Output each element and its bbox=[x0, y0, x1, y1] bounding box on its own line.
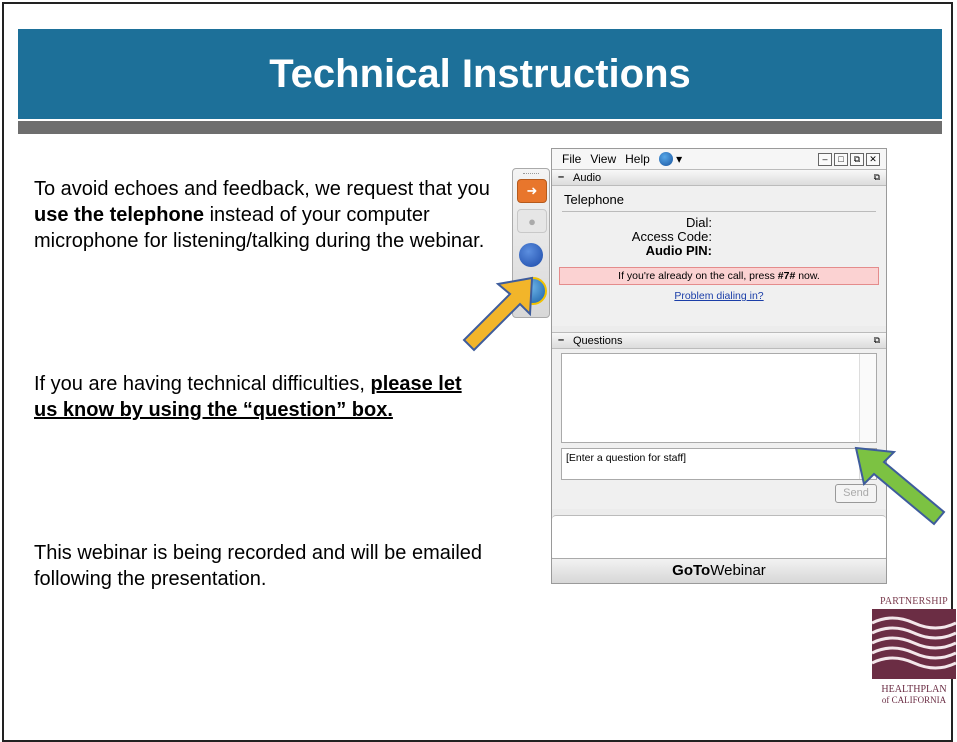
menu-view[interactable]: View bbox=[590, 152, 616, 166]
logo-mark-icon bbox=[871, 609, 957, 679]
audio-section-header[interactable]: – Audio ⧉ bbox=[552, 169, 886, 186]
gotowebinar-brand: GoToWebinar bbox=[552, 558, 886, 583]
green-arrow-icon bbox=[854, 446, 946, 526]
notice-text-b: now. bbox=[795, 270, 820, 282]
microphone-icon[interactable]: ● bbox=[517, 209, 547, 233]
slide-title: Technical Instructions bbox=[269, 51, 691, 96]
audio-pin-label: Audio PIN: bbox=[645, 243, 712, 258]
questions-section-header[interactable]: – Questions ⧉ bbox=[552, 332, 886, 349]
close-icon[interactable]: ✕ bbox=[866, 152, 880, 166]
popout-icon[interactable]: ⧉ bbox=[874, 335, 880, 346]
notice-key: #7# bbox=[777, 270, 796, 282]
maximize-icon[interactable]: □ bbox=[834, 152, 848, 166]
title-divider bbox=[18, 121, 942, 134]
yellow-arrow-icon bbox=[462, 276, 534, 352]
collapse-arrow-button[interactable]: ➜ bbox=[517, 179, 547, 203]
gotowebinar-panel: File View Help ▾ – □ ⧉ ✕ – Audio ⧉ Telep… bbox=[551, 148, 887, 584]
collapse-icon[interactable]: – bbox=[558, 172, 567, 183]
minimize-icon[interactable]: – bbox=[818, 152, 832, 166]
menu-help[interactable]: Help bbox=[625, 152, 650, 166]
para2-text-a: If you are having technical difficulties… bbox=[34, 373, 371, 395]
instruction-question-box: If you are having technical difficulties… bbox=[34, 371, 474, 423]
question-placeholder: [Enter a question for staff] bbox=[566, 452, 687, 464]
window-controls: – □ ⧉ ✕ bbox=[818, 152, 886, 166]
questions-log[interactable] bbox=[561, 353, 877, 443]
para1-text-a: To avoid echoes and feedback, we request… bbox=[34, 178, 490, 200]
grab-handle[interactable] bbox=[523, 173, 539, 176]
audio-section: Telephone Dial: Access Code: Audio PIN: … bbox=[552, 186, 886, 326]
language-globe-icon[interactable]: ▾ bbox=[658, 152, 682, 167]
scrollbar[interactable] bbox=[859, 354, 876, 442]
menu-file[interactable]: File bbox=[562, 152, 581, 166]
question-input[interactable]: [Enter a question for staff] bbox=[561, 448, 877, 480]
title-bar: Technical Instructions bbox=[18, 29, 942, 119]
popout-icon[interactable]: ⧉ bbox=[874, 172, 880, 183]
para1-bold: use the telephone bbox=[34, 204, 205, 226]
dial-info: Dial: Access Code: Audio PIN: bbox=[572, 216, 712, 258]
logo-bottom-subtext: of CALIFORNIA bbox=[881, 695, 947, 705]
blank-panel bbox=[552, 515, 886, 560]
menu-bar: File View Help ▾ – □ ⧉ ✕ bbox=[552, 149, 886, 169]
audio-section-title: Audio bbox=[573, 171, 602, 184]
brand-bold: GoTo bbox=[672, 562, 711, 579]
partnership-healthplan-logo: PARTNERSHIP HEALTHPLAN of CALIFORNIA bbox=[871, 596, 957, 722]
brand-rest: Webinar bbox=[710, 562, 766, 579]
instruction-telephone: To avoid echoes and feedback, we request… bbox=[34, 176, 494, 254]
dial-label: Dial: bbox=[685, 215, 712, 230]
access-code-label: Access Code: bbox=[631, 229, 712, 244]
call-notice: If you're already on the call, press #7#… bbox=[559, 267, 879, 285]
telephone-label: Telephone bbox=[564, 192, 624, 207]
logo-top-text: PARTNERSHIP bbox=[880, 596, 948, 607]
screen-share-icon[interactable] bbox=[519, 243, 543, 267]
questions-body: [Enter a question for staff] Send bbox=[552, 349, 886, 509]
instruction-recording: This webinar is being recorded and will … bbox=[34, 542, 483, 590]
notice-text-a: If you're already on the call, press bbox=[618, 270, 778, 282]
problem-dialing-link[interactable]: Problem dialing in? bbox=[552, 290, 886, 302]
divider bbox=[562, 211, 876, 212]
questions-section: – Questions ⧉ [Enter a question for staf… bbox=[552, 332, 886, 509]
collapse-icon[interactable]: – bbox=[558, 335, 567, 346]
logo-bottom-text: HEALTHPLAN bbox=[881, 684, 947, 695]
restore-icon[interactable]: ⧉ bbox=[850, 152, 864, 166]
questions-section-title: Questions bbox=[573, 334, 623, 347]
